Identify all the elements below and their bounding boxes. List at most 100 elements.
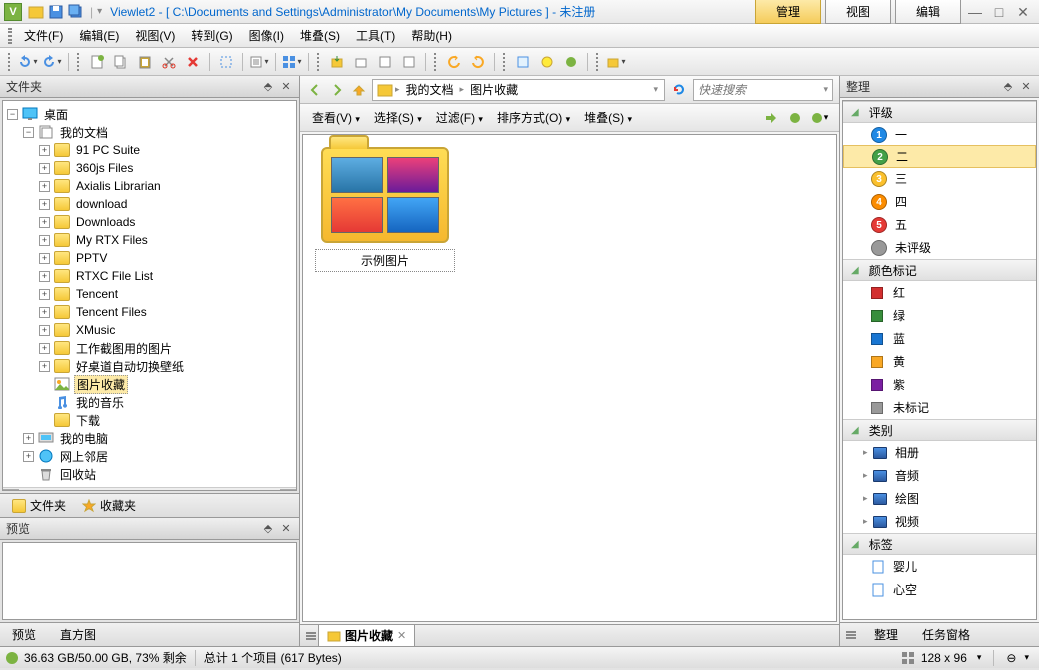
folder-tree[interactable]: − 桌面 − 我的文档 + 91 PC Suite + 360js Files … bbox=[2, 100, 297, 491]
chevron-icon[interactable]: ▸ bbox=[393, 84, 402, 95]
redo-button[interactable]: ▾ bbox=[42, 52, 62, 72]
undo-button[interactable]: ▾ bbox=[18, 52, 38, 72]
overflow-icon[interactable]: ▾ bbox=[97, 6, 102, 17]
file-item[interactable]: 示例图片 bbox=[315, 147, 455, 272]
grip[interactable] bbox=[77, 53, 81, 71]
pin-icon[interactable]: ⬘ bbox=[261, 80, 275, 94]
file-view[interactable]: 示例图片 bbox=[302, 134, 837, 622]
tree-row[interactable]: 图片收藏 bbox=[3, 375, 296, 393]
save-icon[interactable] bbox=[48, 4, 64, 20]
action2-button[interactable] bbox=[785, 108, 805, 128]
pin-icon[interactable]: ⬘ bbox=[1001, 80, 1015, 94]
grip[interactable] bbox=[434, 53, 438, 71]
color-item[interactable]: 紫 bbox=[843, 373, 1036, 396]
rotate-left-button[interactable] bbox=[444, 52, 464, 72]
color-item[interactable]: 黄 bbox=[843, 350, 1036, 373]
tree-row[interactable]: − 我的文档 bbox=[3, 123, 296, 141]
menu-image[interactable]: 图像(I) bbox=[241, 25, 292, 46]
close-icon[interactable]: ✕ bbox=[279, 80, 293, 94]
tree-row[interactable]: + 我的电脑 bbox=[3, 429, 296, 447]
chevron-icon[interactable]: ▸ bbox=[458, 84, 467, 95]
tab-preview[interactable]: 预览 bbox=[0, 623, 48, 646]
new-button[interactable] bbox=[87, 52, 107, 72]
action3-button[interactable]: ▾ bbox=[809, 108, 829, 128]
menu-view[interactable]: 视图(V) bbox=[127, 25, 183, 46]
category-item[interactable]: ▸相册 bbox=[843, 441, 1036, 464]
pin-icon[interactable]: ⬘ bbox=[261, 522, 275, 536]
expand-icon[interactable]: ▸ bbox=[863, 516, 873, 527]
forward-button[interactable] bbox=[328, 81, 346, 99]
zoom-dropdown[interactable]: ▾ bbox=[973, 652, 986, 663]
org-section-header[interactable]: ◢颜色标记 bbox=[843, 259, 1036, 281]
tree-row[interactable]: − 桌面 bbox=[3, 105, 296, 123]
tree-toggle[interactable] bbox=[23, 469, 34, 480]
tree-row[interactable]: + 好桌道自动切换壁纸 bbox=[3, 357, 296, 375]
search-box[interactable]: ▾ bbox=[693, 79, 833, 101]
header-tab-edit[interactable]: 编辑 bbox=[895, 0, 961, 24]
menu-stack[interactable]: 堆叠(S) bbox=[292, 25, 348, 46]
tree-row[interactable]: + download bbox=[3, 195, 296, 213]
copy-button[interactable] bbox=[111, 52, 131, 72]
zoom-out-button[interactable]: ⊖ bbox=[1002, 651, 1020, 665]
tree-row[interactable]: 我的音乐 bbox=[3, 393, 296, 411]
select-button[interactable] bbox=[216, 52, 236, 72]
organize-body[interactable]: ◢评级1一2二3三4四5五未评级◢颜色标记红绿蓝黄紫未标记◢类别▸相册▸音频▸绘… bbox=[842, 100, 1037, 620]
tree-row[interactable]: + 91 PC Suite bbox=[3, 141, 296, 159]
expand-icon[interactable]: ▸ bbox=[863, 447, 873, 458]
tag-item[interactable]: 婴儿 bbox=[843, 555, 1036, 578]
tree-toggle[interactable]: + bbox=[39, 325, 50, 336]
view-menu[interactable]: 查看(V) ▾ bbox=[308, 107, 364, 128]
tree-toggle[interactable] bbox=[39, 397, 50, 408]
tag-item[interactable]: 心空 bbox=[843, 578, 1036, 601]
search-input[interactable] bbox=[698, 83, 823, 97]
tree-row[interactable]: + 网上邻居 bbox=[3, 447, 296, 465]
properties-button[interactable]: ▾ bbox=[249, 52, 269, 72]
breadcrumb-pictures[interactable]: 图片收藏 bbox=[466, 81, 522, 98]
tree-toggle[interactable]: + bbox=[39, 181, 50, 192]
btn3[interactable] bbox=[375, 52, 395, 72]
zoom-dropdown2[interactable]: ▾ bbox=[1020, 652, 1033, 663]
tree-row[interactable]: + RTXC File List bbox=[3, 267, 296, 285]
rating-item[interactable]: 2二 bbox=[843, 145, 1036, 168]
tree-toggle[interactable]: + bbox=[23, 451, 34, 462]
dropdown-icon[interactable]: ▾ bbox=[651, 84, 660, 95]
color-item[interactable]: 红 bbox=[843, 281, 1036, 304]
tree-toggle[interactable]: + bbox=[23, 433, 34, 444]
paste-button[interactable] bbox=[135, 52, 155, 72]
saveall-icon[interactable] bbox=[68, 4, 84, 20]
tree-row[interactable]: 回收站 bbox=[3, 465, 296, 483]
tab-list-icon[interactable] bbox=[844, 628, 858, 642]
stack-menu[interactable]: 堆叠(S) ▾ bbox=[580, 107, 636, 128]
tab-favorites[interactable]: 收藏夹 bbox=[74, 495, 144, 516]
tree-toggle[interactable]: + bbox=[39, 199, 50, 210]
tree-toggle[interactable]: + bbox=[39, 307, 50, 318]
rating-item[interactable]: 4四 bbox=[843, 190, 1036, 213]
select-menu[interactable]: 选择(S) ▾ bbox=[370, 107, 426, 128]
tree-row[interactable]: + XMusic bbox=[3, 321, 296, 339]
open-icon[interactable] bbox=[28, 4, 44, 20]
delete-button[interactable] bbox=[183, 52, 203, 72]
maximize-button[interactable]: □ bbox=[989, 4, 1009, 20]
tree-row[interactable]: + Tencent bbox=[3, 285, 296, 303]
tab-organize[interactable]: 整理 bbox=[862, 623, 910, 646]
color-item[interactable]: 绿 bbox=[843, 304, 1036, 327]
tree-toggle[interactable] bbox=[39, 379, 50, 390]
tree-toggle[interactable]: + bbox=[39, 253, 50, 264]
tool7[interactable] bbox=[561, 52, 581, 72]
expand-icon[interactable]: ▸ bbox=[863, 493, 873, 504]
tree-row[interactable]: + 360js Files bbox=[3, 159, 296, 177]
tree-toggle[interactable]: + bbox=[39, 145, 50, 156]
menu-edit[interactable]: 编辑(E) bbox=[71, 25, 127, 46]
expand-icon[interactable]: ▸ bbox=[863, 470, 873, 481]
header-tab-view[interactable]: 视图 bbox=[825, 0, 891, 24]
tree-toggle[interactable]: + bbox=[39, 217, 50, 228]
rating-item[interactable]: 3三 bbox=[843, 167, 1036, 190]
tab-histogram[interactable]: 直方图 bbox=[48, 623, 108, 646]
org-section-header[interactable]: ◢类别 bbox=[843, 419, 1036, 441]
header-tab-manage[interactable]: 管理 bbox=[755, 0, 821, 24]
doc-tab[interactable]: 图片收藏 ✕ bbox=[318, 624, 415, 647]
rotate-right-button[interactable] bbox=[468, 52, 488, 72]
action1-button[interactable] bbox=[761, 108, 781, 128]
breadcrumb-mydocs[interactable]: 我的文档 bbox=[402, 81, 458, 98]
menu-tools[interactable]: 工具(T) bbox=[348, 25, 403, 46]
